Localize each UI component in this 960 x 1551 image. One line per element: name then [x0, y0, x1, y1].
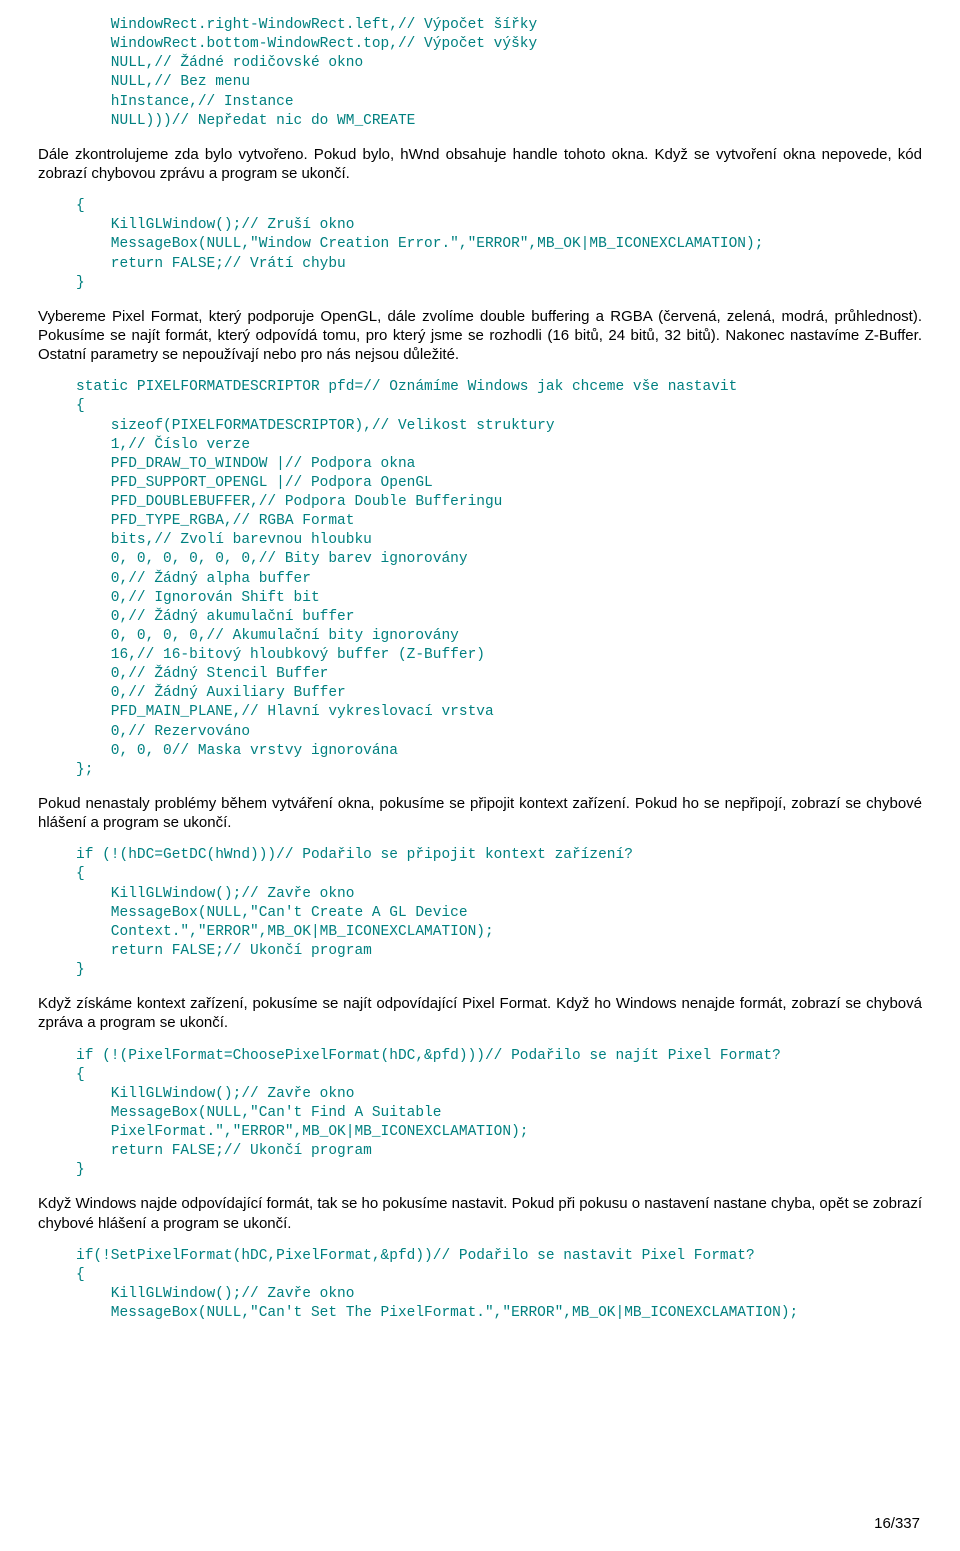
page: WindowRect.right-WindowRect.left,// Výpo…: [0, 0, 960, 1551]
code-block-5: if (!(PixelFormat=ChoosePixelFormat(hDC,…: [38, 1047, 922, 1181]
paragraph-5: Když Windows najde odpovídající formát, …: [38, 1194, 922, 1232]
paragraph-2: Vybereme Pixel Format, který podporuje O…: [38, 307, 922, 365]
code-block-2: { KillGLWindow();// Zruší okno MessageBo…: [38, 197, 922, 293]
code-block-3: static PIXELFORMATDESCRIPTOR pfd=// Ozná…: [38, 378, 922, 780]
code-block-4: if (!(hDC=GetDC(hWnd)))// Podařilo se př…: [38, 846, 922, 980]
code-block-1: WindowRect.right-WindowRect.left,// Výpo…: [38, 16, 922, 131]
paragraph-4: Když získáme kontext zařízení, pokusíme …: [38, 994, 922, 1032]
code-block-6: if(!SetPixelFormat(hDC,PixelFormat,&pfd)…: [38, 1247, 922, 1324]
paragraph-1: Dále zkontrolujeme zda bylo vytvořeno. P…: [38, 145, 922, 183]
paragraph-3: Pokud nenastaly problémy během vytváření…: [38, 794, 922, 832]
page-number: 16/337: [874, 1514, 920, 1533]
